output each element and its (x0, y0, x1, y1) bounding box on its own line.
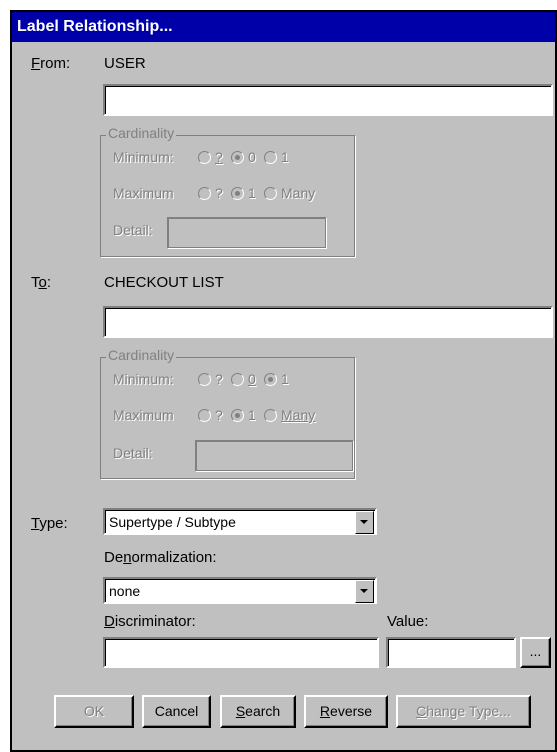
from-label: From: (31, 55, 71, 72)
to-maximum-label: Maximum (113, 407, 174, 423)
type-label: Type: (31, 515, 68, 532)
to-entity-name: CHECKOUT LIST (104, 274, 224, 291)
from-detail-input[interactable] (167, 217, 326, 248)
label-relationship-dialog: Label Relationship... From: USER Cardina… (10, 10, 557, 752)
from-min-option-question: ? (215, 149, 223, 165)
from-max-option-question: ? (215, 185, 223, 201)
from-maximum-label: Maximum (113, 185, 174, 201)
from-minimum-label: Minimum: (113, 149, 174, 165)
from-cardinality-title: Cardinality (106, 125, 177, 141)
value-input[interactable] (386, 637, 516, 668)
to-min-option-1: 1 (281, 371, 289, 387)
from-min-radio-question[interactable] (198, 151, 211, 164)
to-max-radio-1[interactable] (231, 409, 244, 422)
from-max-radio-1[interactable] (231, 187, 244, 200)
value-browse-button[interactable]: ... (520, 637, 551, 668)
value-label: Value: (387, 613, 429, 630)
from-entity-name: USER (104, 55, 146, 72)
discriminator-input[interactable] (103, 637, 379, 668)
to-min-option-0: 0 (248, 371, 256, 387)
from-min-option-1: 1 (281, 149, 289, 165)
search-button[interactable]: Search (220, 695, 296, 728)
to-detail-input[interactable] (195, 440, 353, 471)
to-max-option-many: Many (281, 407, 316, 423)
to-max-option-1: 1 (248, 407, 256, 423)
to-detail-label: Detail: (113, 445, 153, 461)
type-dropdown-arrow-icon[interactable] (355, 511, 374, 534)
type-dropdown[interactable]: Supertype / Subtype (103, 508, 377, 535)
to-max-radio-question[interactable] (198, 409, 211, 422)
to-label: To: (31, 274, 52, 291)
to-max-radio-many[interactable] (264, 409, 277, 422)
from-text-input[interactable] (103, 84, 553, 116)
to-min-radio-0[interactable] (231, 373, 244, 386)
to-min-radio-1[interactable] (264, 373, 277, 386)
to-min-radio-question[interactable] (198, 373, 211, 386)
from-min-radio-0[interactable] (231, 151, 244, 164)
from-max-radio-many[interactable] (264, 187, 277, 200)
denormalization-dropdown[interactable]: none (103, 577, 377, 604)
denormalization-dropdown-arrow-icon[interactable] (355, 580, 374, 603)
to-minimum-label: Minimum: (113, 371, 174, 387)
from-min-option-0: 0 (248, 149, 256, 165)
from-max-option-1: 1 (248, 185, 256, 201)
ok-button[interactable]: OK (54, 695, 134, 728)
to-cardinality-title: Cardinality (106, 347, 177, 363)
dialog-title: Label Relationship... (12, 12, 555, 42)
from-min-radio-1[interactable] (264, 151, 277, 164)
denormalization-label: Denormalization: (104, 549, 217, 566)
to-min-option-question: ? (215, 371, 223, 387)
to-text-input[interactable] (103, 306, 553, 338)
change-type-button[interactable]: Change Type... (396, 695, 531, 728)
type-selected-value: Supertype / Subtype (109, 514, 236, 530)
from-max-radio-question[interactable] (198, 187, 211, 200)
reverse-button[interactable]: Reverse (304, 695, 388, 728)
discriminator-label: Discriminator: (104, 613, 196, 630)
from-detail-label: Detail: (113, 222, 153, 238)
cancel-button[interactable]: Cancel (142, 695, 211, 728)
from-max-option-many: Many (281, 185, 316, 201)
to-max-option-question: ? (215, 407, 223, 423)
denormalization-selected-value: none (109, 583, 141, 599)
